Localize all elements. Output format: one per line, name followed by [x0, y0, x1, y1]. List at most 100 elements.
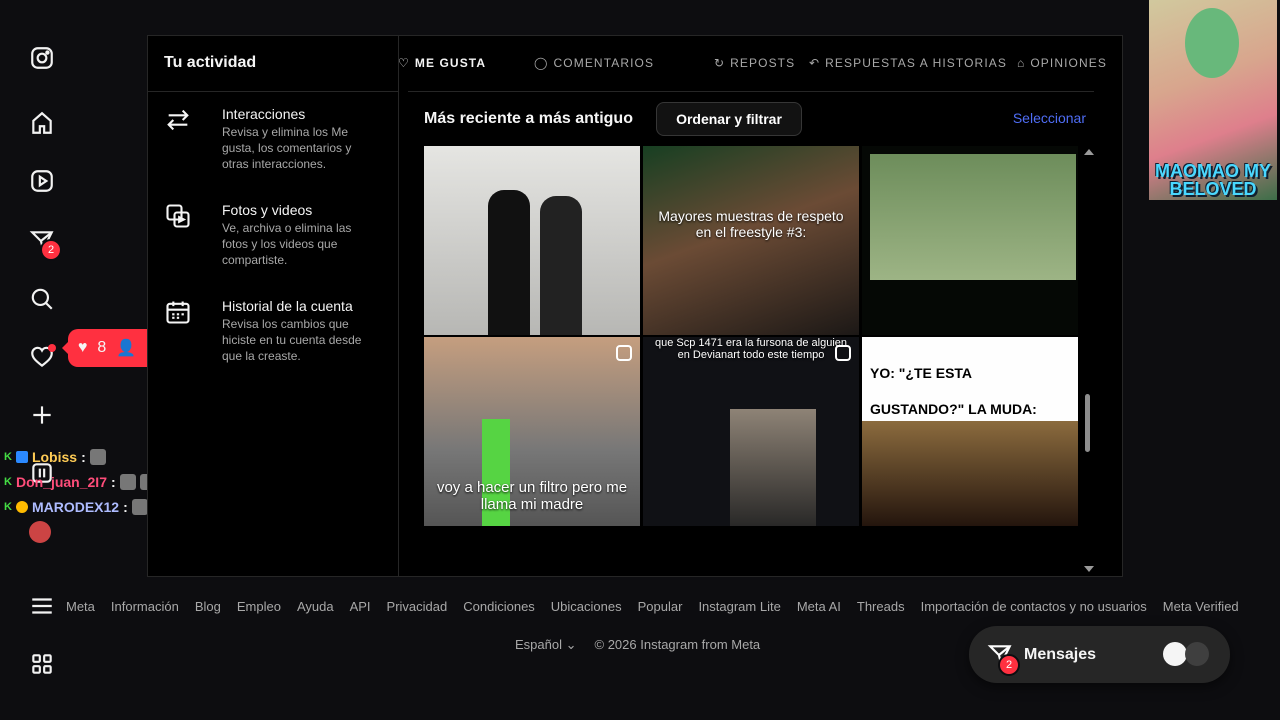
- heart-icon[interactable]: [28, 343, 56, 371]
- activity-panel: Tu actividad Interacciones Revisa y elim…: [147, 35, 1123, 577]
- footer-link[interactable]: Condiciones: [463, 599, 535, 614]
- sidebar-item-desc: Revisa los cambios que hiciste en tu cue…: [222, 317, 362, 363]
- reel-icon: [835, 345, 851, 361]
- tag-icon: ⌂: [1017, 56, 1026, 70]
- photos-videos-icon: [166, 204, 190, 228]
- avatar: [1185, 642, 1209, 666]
- activity-sidebar: Tu actividad Interacciones Revisa y elim…: [148, 36, 399, 576]
- instagram-logo-icon[interactable]: [28, 44, 56, 72]
- platform-icon: K: [4, 500, 12, 513]
- footer-bottom: Español ⌄ © 2026 Instagram from Meta: [515, 637, 760, 653]
- post-thumbnail[interactable]: que Scp 1471 era la fursona de alguien e…: [643, 337, 859, 526]
- messages-icon: 2: [987, 642, 1020, 676]
- post-thumbnail[interactable]: [862, 146, 1078, 335]
- person-figure: [540, 196, 582, 335]
- footer-link[interactable]: Meta: [66, 599, 95, 614]
- post-image: [870, 154, 1076, 280]
- sidebar-item-desc: Ve, archiva o elimina las fotos y los vi…: [222, 221, 352, 267]
- post-caption: que Scp 1471 era la fursona de alguien e…: [654, 337, 848, 361]
- footer-link[interactable]: Importación de contactos y no usuarios: [921, 599, 1147, 614]
- search-icon[interactable]: [28, 285, 56, 313]
- scroll-thumb[interactable]: [1085, 394, 1090, 452]
- select-link[interactable]: Seleccionar: [1013, 110, 1086, 126]
- user-icon: 👤: [116, 340, 137, 357]
- person-figure: [488, 190, 530, 335]
- tab-label: RESPUESTAS A HISTORIAS: [825, 56, 1007, 70]
- footer-link[interactable]: Meta AI: [797, 599, 841, 614]
- sort-title: Más reciente a más antiguo: [424, 110, 633, 127]
- footer-link[interactable]: Instagram Lite: [698, 599, 780, 614]
- emote-icon: [131, 498, 148, 515]
- chat-username: MARODEX12: [31, 498, 120, 515]
- stream-overlay-image: MAOMAO MY BELOVED: [1149, 0, 1277, 200]
- activity-title: Tu actividad: [164, 54, 257, 71]
- avatar: [1163, 642, 1187, 666]
- footer-link[interactable]: Empleo: [237, 599, 281, 614]
- reel-icon: [616, 345, 632, 361]
- tab-me-gusta[interactable]: ♡ ME GUSTA: [398, 56, 486, 70]
- footer-link[interactable]: Popular: [638, 599, 683, 614]
- footer-link[interactable]: Privacidad: [387, 599, 448, 614]
- scroll-up-icon[interactable]: [1084, 149, 1094, 155]
- create-icon[interactable]: [28, 401, 56, 429]
- reply-icon: ↶: [809, 56, 821, 70]
- language-select[interactable]: Español ⌄: [515, 637, 577, 653]
- sidebar-item-desc: Revisa y elimina los Me gusta, los comen…: [222, 125, 352, 171]
- chat-username: Don_juan_2I7: [15, 473, 107, 490]
- home-icon[interactable]: [28, 109, 56, 137]
- emote-icon: [119, 473, 136, 490]
- character-art: [1185, 8, 1239, 78]
- tab-respuestas-historias[interactable]: ↶ RESPUESTAS A HISTORIAS: [809, 56, 1007, 70]
- footer-link[interactable]: Meta Verified: [1163, 599, 1239, 614]
- chat-badge-icon: [15, 450, 28, 463]
- messages-icon[interactable]: 2: [28, 227, 62, 261]
- chat-badge-icon: [15, 500, 28, 513]
- divider: [148, 91, 398, 92]
- activity-tabs: ♡ ME GUSTA ◯ COMENTARIOS ↻ REPOSTS ↶ RESPUES…: [398, 36, 1122, 91]
- heart-outline-icon: ♡: [398, 56, 410, 70]
- footer-link[interactable]: Información: [111, 599, 179, 614]
- tab-comentarios[interactable]: ◯ COMENTARIOS: [534, 56, 654, 70]
- platform-icon: K: [4, 475, 12, 488]
- post-thumbnail[interactable]: YO: "¿TE ESTA GUSTANDO?" LA MUDA:: [862, 337, 1078, 526]
- tab-opiniones[interactable]: ⌂ OPINIONES: [1017, 56, 1107, 70]
- emote-icon: [89, 448, 106, 465]
- likes-count: 8: [97, 339, 107, 356]
- tab-reposts[interactable]: ↻ REPOSTS: [714, 56, 795, 70]
- tab-label: REPOSTS: [730, 56, 796, 70]
- footer-link[interactable]: Threads: [857, 599, 905, 614]
- chat-separator: :: [81, 448, 86, 465]
- tab-label: OPINIONES: [1030, 56, 1107, 70]
- sort-filter-button[interactable]: Ordenar y filtrar: [656, 102, 802, 136]
- post-caption: YO: "¿TE ESTA GUSTANDO?" LA MUDA:: [870, 365, 1037, 417]
- tab-label: ME GUSTA: [414, 56, 487, 70]
- sort-toolbar: Más reciente a más antiguo Ordenar y fil…: [424, 102, 1086, 136]
- post-caption: Mayores muestras de respeto en el freest…: [658, 208, 844, 240]
- sidebar-item-label: Fotos y videos: [222, 202, 313, 218]
- footer-link[interactable]: Blog: [195, 599, 221, 614]
- post-thumbnail[interactable]: Mayores muestras de respeto en el freest…: [643, 146, 859, 335]
- post-thumbnail[interactable]: [424, 146, 640, 335]
- footer-link[interactable]: Ubicaciones: [551, 599, 622, 614]
- grid-scrollbar[interactable]: [1082, 146, 1096, 575]
- post-caption: voy a hacer un filtro pero me llama mi m…: [436, 479, 628, 513]
- divider: [408, 91, 1094, 92]
- calendar-icon: [166, 301, 190, 324]
- apps-icon[interactable]: [28, 650, 56, 678]
- messages-label: Mensajes: [1024, 646, 1097, 663]
- reels-icon[interactable]: [28, 167, 56, 195]
- notification-dot: [48, 344, 56, 352]
- chevron-down-icon: ⌄: [565, 637, 577, 652]
- language-label: Español: [515, 637, 562, 652]
- footer-links: Meta Información Blog Empleo Ayuda API P…: [66, 599, 1239, 614]
- post-image: [730, 409, 816, 526]
- tab-label: COMENTARIOS: [553, 56, 655, 70]
- overlay-caption: MAOMAO MY BELOVED: [1155, 161, 1271, 199]
- menu-icon[interactable]: [28, 592, 56, 620]
- footer-link[interactable]: Ayuda: [297, 599, 334, 614]
- scroll-down-icon[interactable]: [1084, 566, 1094, 572]
- post-thumbnail[interactable]: voy a hacer un filtro pero me llama mi m…: [424, 337, 640, 526]
- messages-button[interactable]: 2 Mensajes: [969, 626, 1230, 683]
- repost-icon: ↻: [714, 56, 726, 70]
- footer-link[interactable]: API: [350, 599, 371, 614]
